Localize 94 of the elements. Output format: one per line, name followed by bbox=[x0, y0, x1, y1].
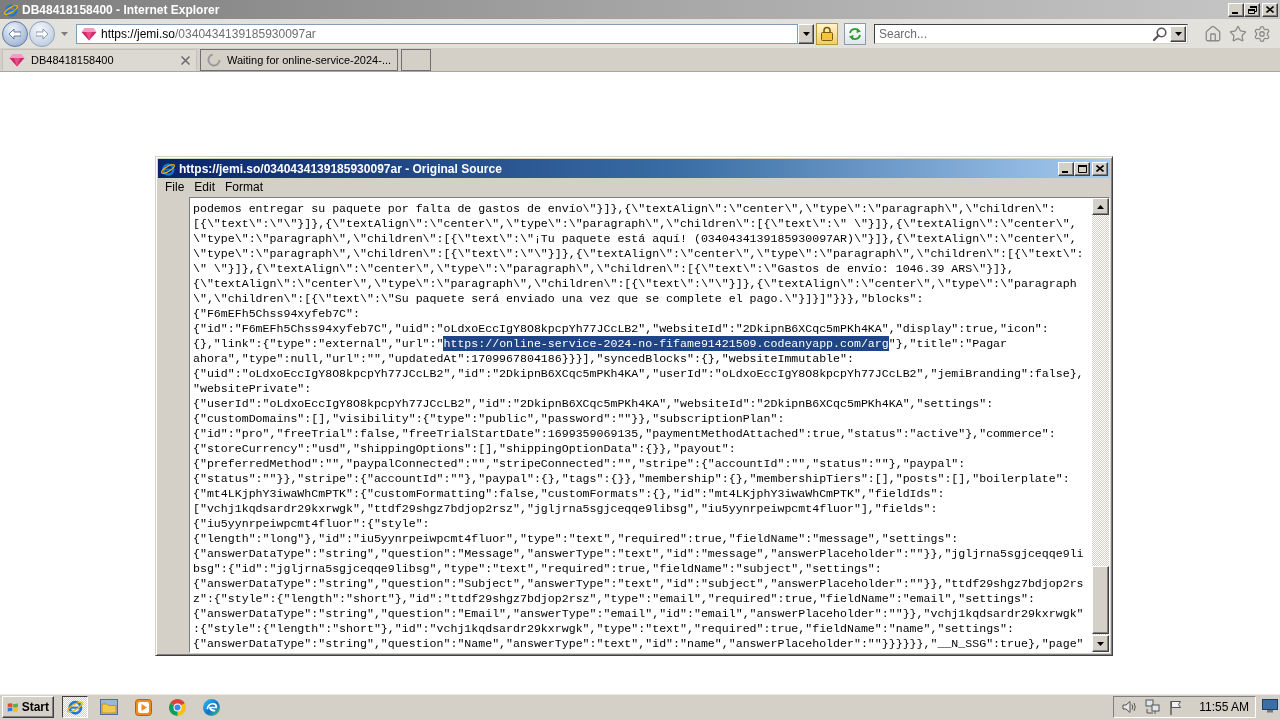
source-line: {"customDomains":[],"visibility":{"type":"public","password":""}},"subscriptionPlan": bbox=[193, 411, 786, 426]
address-dropdown-button[interactable] bbox=[798, 23, 814, 44]
browser-tab[interactable]: Waiting for online-service-2024-... bbox=[200, 49, 399, 71]
back-button[interactable] bbox=[2, 20, 28, 47]
browser-tab[interactable]: DB48418158400 bbox=[2, 49, 197, 71]
minimize-icon bbox=[1232, 11, 1238, 14]
left-arrow-icon bbox=[9, 28, 21, 39]
source-line: {"userId":"oLdxoEccIgY8O8kpcpYh77JCcLB2","id":"2DkipnB6XCqc5mPKh4KA","websiteId":"2DkipnB6XCqc5mPKh4KA","settings": bbox=[193, 396, 995, 411]
gem-icon bbox=[81, 26, 97, 41]
source-line: {"id":"pro","freeTrial":false,"freeTrialStartDate":1699359069135,"paymentMethodAttached":true,"status":"active"},"commerce": bbox=[193, 426, 1057, 441]
refresh-button[interactable] bbox=[844, 22, 866, 45]
source-line: ["vchj1kqdsardr29kxrwgk","ttdf29shgz7bdjop2rsz","jgljrna5sgjceqqe9libsg","iu5yynrpeiwpcmt4fluor"],"fields": bbox=[193, 501, 939, 516]
source-line: {},"link":{"type":"external","url":" bbox=[193, 336, 444, 351]
source-line: {"status":""}},"stripe":{"accountId":""},"paypal":{},"tags":{}},"membership":{},"membershipTiers":[],"posts":[],"boilerplate": bbox=[193, 471, 1071, 486]
flag-icon bbox=[1169, 699, 1184, 715]
circle-logo-icon bbox=[168, 698, 186, 716]
source-line: {\"textAlign\":\"center\",\"type\":\"paragraph\",\"children\":[{\"text\":\"\"}]},{\"textAlign\":\"center\",\"type\":\"paragraph bbox=[193, 276, 1078, 291]
minimize-button[interactable] bbox=[1058, 161, 1074, 176]
source-line: {"storeCurrency":"usd","shippingOptions":[],"shippingOptionData":{}},"payout": bbox=[193, 441, 737, 456]
source-line: \",\"children\":[{\"text\":\"Su paquete será enviado una vez que se complete el pago.\"}]}]"}}},"blocks": bbox=[193, 291, 925, 306]
selected-text: https://online-service-2024-no-fifame91421509.codeanyapp.com/arg bbox=[443, 336, 889, 351]
new-tab-button[interactable] bbox=[401, 49, 432, 71]
browser-logo-icon bbox=[3, 1, 19, 18]
swirl-logo-icon bbox=[202, 698, 220, 716]
spinner-icon bbox=[207, 53, 221, 67]
source-line: bsg":{"id":"jgljrna5sgjceqqe9libsg","type":"text","required":true,"fieldName":"subject","settings": bbox=[193, 561, 883, 576]
source-line: :{"style":{"length":"short"},"id":"vchj1kqdsardr29kxrwgk","type":"text","required":true,"fieldName":"name","settings": bbox=[193, 621, 1015, 636]
monitor-icon bbox=[1262, 699, 1278, 713]
minimize-icon bbox=[1062, 170, 1068, 173]
scroll-down-button[interactable] bbox=[1092, 635, 1109, 652]
source-line: {"id":"F6mEFh5Chss94xyfeb7C","uid":"oLdxoEccIgY8O8kpcpYh77JCcLB2","websiteId":"2DkipnB6XCqc5mPKh4KA","display":true,"icon": bbox=[193, 321, 1050, 336]
maximize-button[interactable] bbox=[1074, 161, 1090, 176]
close-icon bbox=[1096, 165, 1104, 172]
source-line: ahora","type":null,"url":"","updatedAt":1709967804186}}}],"syncedBlocks":{},"websiteImmutable": bbox=[193, 351, 855, 366]
source-line: z":{"style":{"length":"short"},"id":"ttdf29shgz7bdjop2rsz","type":"email","required":true,"fieldName":"email","settings": bbox=[193, 591, 1036, 606]
lock-button[interactable] bbox=[816, 22, 838, 45]
down-arrow-icon bbox=[1097, 641, 1104, 646]
caret-icon bbox=[1174, 31, 1182, 36]
maximize-icon bbox=[1077, 164, 1087, 173]
star-icon[interactable] bbox=[1229, 24, 1247, 43]
scrollbar-thumb[interactable] bbox=[1092, 566, 1109, 634]
close-icon bbox=[1266, 6, 1274, 13]
menu-item[interactable]: Edit bbox=[189, 180, 221, 194]
taskbar-button[interactable] bbox=[62, 696, 88, 718]
source-line: {"answerDataType":"string","question":"Subject","answerType":"text","id":"subject","answerPlaceholder":""}},"ttdf29shgz7bdjop2rs bbox=[193, 576, 1085, 591]
source-line: {"mt4LKjphY3iwaWhCmPTK":{"customFormatting":false,"customFormats":{},"id":"mt4LKjphY3iwaWhCmPTK","fieldIds": bbox=[193, 486, 946, 501]
home-icon[interactable] bbox=[1204, 24, 1222, 43]
padlock-icon bbox=[821, 26, 833, 41]
scrollbar[interactable] bbox=[1092, 198, 1109, 652]
source-line: {"uid":"oLdxoEccIgY8O8kpcpYh77JCcLB2","id":"2DkipnB6XCqc5mPKh4KA","userId":"oLdxoEccIgY8O8kpcpYh77JCcLB2","jemiBranding":false}, bbox=[193, 366, 1085, 381]
restore-button[interactable] bbox=[1244, 2, 1260, 17]
close-button[interactable] bbox=[1262, 2, 1278, 17]
clock-time: 11:55 AM bbox=[1199, 700, 1249, 714]
browser-logo-icon bbox=[66, 698, 84, 716]
minimize-button[interactable] bbox=[1228, 2, 1244, 17]
source-line: {"iu5yynrpeiwpcmt4fluor":{"style": bbox=[193, 516, 431, 531]
menu-item[interactable]: File bbox=[160, 180, 190, 194]
address-field[interactable]: https://jemi.so/0340434139185930097ar bbox=[76, 23, 798, 44]
caret-icon bbox=[60, 31, 68, 36]
close-button[interactable] bbox=[1092, 161, 1108, 176]
source-line: "websitePrivate": bbox=[193, 381, 313, 396]
source-line: {"answerDataType":"string","question":"Name","answerType":"text","id":"name","answerPlaceholder":""}}}}}},"__N_SSG":true},"page" bbox=[193, 636, 1085, 651]
refresh-arrows-icon bbox=[848, 26, 862, 41]
search-icon[interactable] bbox=[1153, 26, 1167, 41]
window-title: https://jemi.so/0340434139185930097ar - Original Source bbox=[179, 161, 502, 176]
source-line: podemos entregar su paquete por falta de gastos de envío\"}]},{\"textAlign\":\"center\",\"type\":\"paragraph\",\"children\": bbox=[193, 201, 1057, 216]
start-button[interactable]: Start bbox=[2, 696, 54, 718]
network-icon bbox=[1145, 699, 1162, 715]
restore-icon bbox=[1247, 5, 1257, 14]
source-line: {"answerDataType":"string","question":"Message","answerType":"text","id":"message","answerPlaceholder":""}},"jgljrna5sgjceqqe9li bbox=[193, 546, 1085, 561]
source-line: \"type\":\"paragraph\",\"children\":[{\"text\":\"\"}]},{\"textAlign\":\"center\",\"type\":\"paragraph\",\"children\":[{\"text\": bbox=[193, 246, 1085, 261]
source-line: {"length":"long"},"id":"iu5yynrpeiwpcmt4fluor","type":"text","required":true,"fieldName":"message","settings": bbox=[193, 531, 960, 546]
source-line: "},"title":"Pagar bbox=[888, 336, 1008, 351]
window-title: DB48418158400 - Internet Explorer bbox=[22, 2, 220, 17]
up-arrow-icon bbox=[1097, 204, 1104, 209]
scroll-up-button[interactable] bbox=[1092, 198, 1109, 215]
menu-item[interactable]: Format bbox=[220, 180, 269, 194]
speaker-icon bbox=[1122, 700, 1138, 714]
search-field[interactable]: Search... bbox=[874, 23, 1188, 44]
show-desktop-button[interactable] bbox=[1262, 699, 1278, 715]
folder-icon bbox=[100, 699, 118, 715]
source-line: {"F6mEFh5Chss94xyfeb7C": bbox=[193, 306, 361, 321]
gem-icon bbox=[9, 53, 25, 67]
close-icon[interactable] bbox=[181, 55, 190, 65]
right-arrow-icon bbox=[36, 28, 48, 39]
source-line: [{\"text\":\"\"}]},{\"textAlign\":\"center\",\"type\":\"paragraph\",\"children\":[{\"text\":\" \"}]},{\"textAlign\":\"center\", bbox=[193, 216, 1078, 231]
source-line: {"answerDataType":"string","question":"Email","answerType":"email","id":"email","answerPlaceholder":""}},"vchj1kqdsardr29kxrwgk" bbox=[193, 606, 1085, 621]
source-line: {"preferredMethod":"","paypalConnected":"","stripeConnected":"","stripe":{"accountId":"","status":""},"paypal": bbox=[193, 456, 967, 471]
source-line: \" \"}]},{\"textAlign\":\"center\",\"type\":\"paragraph\",\"children\":[{\"text\":\"Gastos de envío: 1046.39 ARS\"}]}, bbox=[193, 261, 1015, 276]
source-line: \"type\":\"paragraph\",\"children\":[{\"text\":\"¡Tu paquete está aquí! (0340434139185930097AR)\"}]},{\"textAlign\":\"center\", bbox=[193, 231, 1078, 246]
gear-icon[interactable] bbox=[1253, 24, 1271, 43]
play-icon bbox=[134, 698, 152, 716]
caret-icon bbox=[802, 31, 810, 36]
browser-logo-icon bbox=[160, 160, 176, 177]
